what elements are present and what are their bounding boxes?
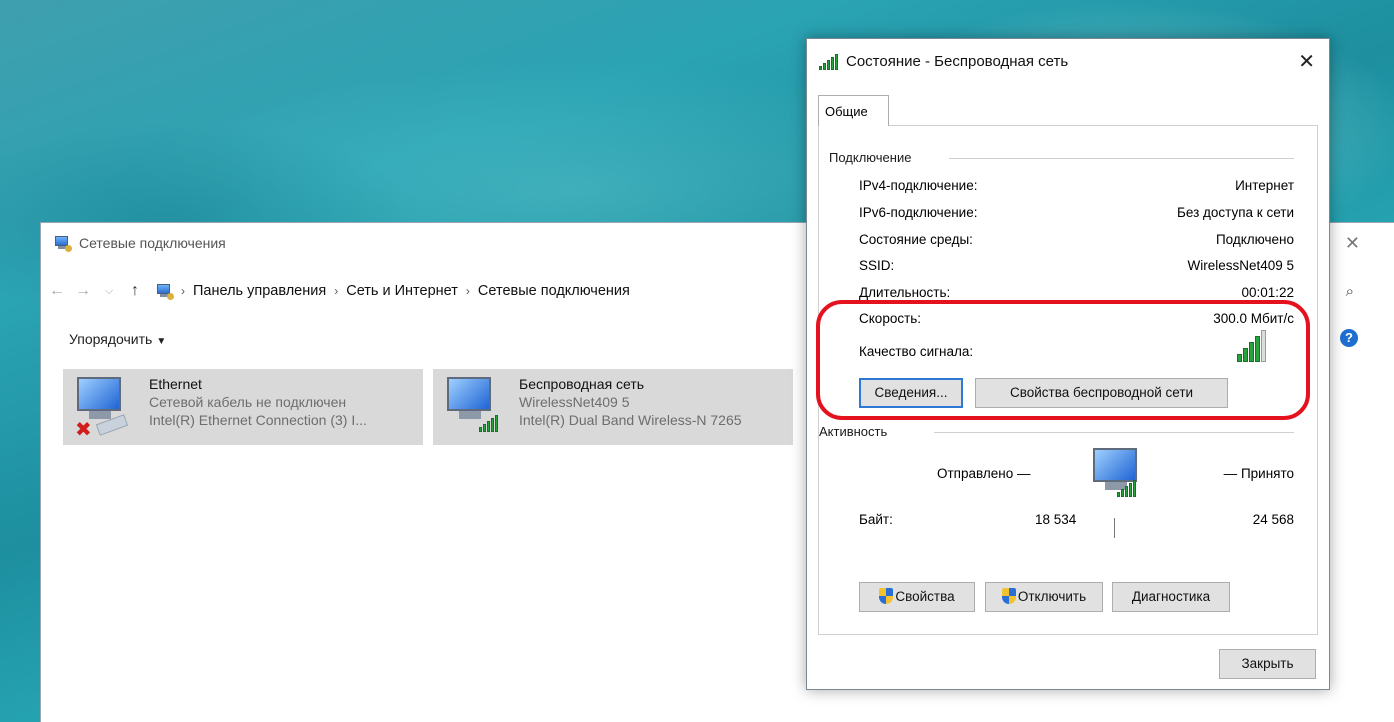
connection-status: WirelessNet409 5: [519, 394, 630, 410]
network-folder-icon: [155, 283, 174, 300]
help-icon[interactable]: ?: [1340, 329, 1358, 347]
received-label: — Принято: [1223, 466, 1294, 481]
group-divider: [934, 432, 1294, 433]
row-value: Без доступа к сети: [1177, 205, 1294, 220]
network-folder-icon: [53, 235, 72, 252]
connection-text: Беспроводная сеть WirelessNet409 5 Intel…: [519, 375, 742, 439]
connection-item-wireless[interactable]: Беспроводная сеть WirelessNet409 5 Intel…: [433, 369, 793, 445]
wireless-adapter-icon: [441, 375, 505, 439]
address-bar: ← → ⌵ ↑ › Панель управления › Сеть и Инт…: [41, 277, 821, 305]
wireless-properties-button[interactable]: Свойства беспроводной сети: [975, 378, 1228, 408]
connection-item-ethernet[interactable]: ✖ Ethernet Сетевой кабель не подключен I…: [63, 369, 423, 445]
row-ssid: SSID: WirelessNet409 5: [859, 258, 1294, 273]
activity-computer-icon: [1087, 446, 1151, 510]
connection-text: Ethernet Сетевой кабель не подключен Int…: [149, 375, 367, 439]
wireless-status-dialog: Состояние - Беспроводная сеть ✕ Общие По…: [806, 38, 1330, 690]
signal-bars-icon: [819, 53, 838, 70]
window-title: Сетевые подключения: [79, 235, 226, 251]
breadcrumb: › Панель управления › Сеть и Интернет › …: [155, 283, 630, 300]
row-value: 00:01:22: [1241, 285, 1294, 300]
bytes-sent-value: 18 534: [1035, 512, 1077, 527]
signal-bars-icon: [479, 415, 498, 432]
dialog-title-bar: Состояние - Беспроводная сеть: [819, 53, 1068, 70]
properties-button[interactable]: Свойства: [859, 582, 975, 612]
row-ipv4: IPv4-подключение: Интернет: [859, 178, 1294, 193]
close-icon[interactable]: ✕: [1345, 233, 1360, 254]
row-label: SSID:: [859, 258, 895, 273]
search-icon[interactable]: ⌕: [1346, 283, 1354, 300]
shield-icon: [1001, 588, 1016, 604]
tab-panel-general: Подключение IPv4-подключение: Интернет I…: [818, 125, 1318, 635]
chevron-down-icon[interactable]: ⌵: [99, 285, 119, 298]
connection-group-title: Подключение: [829, 150, 918, 165]
disable-button[interactable]: Отключить: [985, 582, 1103, 612]
tab-general[interactable]: Общие: [818, 95, 889, 126]
row-value: 300.0 Мбит/с: [1213, 311, 1294, 326]
organize-label: Упорядочить: [69, 331, 153, 347]
row-signal-quality: Качество сигнала:: [859, 344, 1294, 359]
row-label: Скорость:: [859, 311, 922, 326]
row-label: IPv6-подключение:: [859, 205, 978, 220]
connection-name: Беспроводная сеть: [519, 376, 645, 392]
caret-down-icon: ▼: [156, 336, 167, 347]
group-divider: [949, 158, 1294, 159]
signal-bars-icon: [1117, 480, 1136, 497]
bytes-label: Байт:: [859, 512, 893, 527]
breadcrumb-network-internet[interactable]: Сеть и Интернет: [346, 283, 458, 299]
row-ipv6: IPv6-подключение: Без доступа к сети: [859, 205, 1294, 220]
breadcrumb-separator: ›: [181, 284, 185, 298]
row-value: Интернет: [1235, 178, 1294, 193]
breadcrumb-separator: ›: [334, 284, 339, 298]
sent-label: Отправлено —: [937, 466, 1031, 481]
arrow-up-icon[interactable]: ↑: [125, 282, 145, 300]
close-icon[interactable]: ✕: [1298, 49, 1315, 74]
row-speed: Скорость: 300.0 Мбит/с: [859, 311, 1294, 326]
row-label: Длительность:: [859, 285, 951, 300]
row-label: Качество сигнала:: [859, 344, 974, 359]
breadcrumb-network-connections[interactable]: Сетевые подключения: [478, 283, 630, 299]
bytes-received-value: 24 568: [1252, 512, 1294, 527]
breadcrumb-separator: ›: [465, 284, 470, 298]
close-button[interactable]: Закрыть: [1219, 649, 1316, 679]
connection-adapter: Intel(R) Dual Band Wireless-N 7265: [519, 412, 742, 428]
connection-status: Сетевой кабель не подключен: [149, 394, 347, 410]
disconnected-x-icon: ✖: [75, 419, 92, 441]
signal-quality-bars-icon: [1237, 330, 1266, 362]
row-value: Подключено: [1215, 232, 1294, 247]
row-label: IPv4-подключение:: [859, 178, 978, 193]
organize-menu[interactable]: Упорядочить ▼: [69, 331, 166, 347]
diagnose-button[interactable]: Диагностика: [1112, 582, 1230, 612]
connection-adapter: Intel(R) Ethernet Connection (3) I...: [149, 412, 367, 428]
arrow-right-icon[interactable]: →: [73, 282, 93, 300]
arrow-left-icon[interactable]: ←: [47, 282, 67, 300]
dialog-title: Состояние - Беспроводная сеть: [846, 53, 1069, 70]
shield-icon: [879, 588, 894, 604]
ethernet-adapter-icon: ✖: [71, 375, 135, 441]
details-button[interactable]: Сведения...: [859, 378, 963, 408]
row-duration: Длительность: 00:01:22: [859, 285, 1294, 300]
row-bytes: Байт: 18 534 24 568: [859, 512, 1294, 527]
window-title-bar: Сетевые подключения: [53, 235, 226, 252]
breadcrumb-control-panel[interactable]: Панель управления: [193, 283, 326, 299]
row-value: WirelessNet409 5: [1187, 258, 1294, 273]
row-media-state: Состояние среды: Подключено: [859, 232, 1294, 247]
row-label: Состояние среды:: [859, 232, 973, 247]
activity-group-title: Активность: [819, 424, 894, 439]
connection-name: Ethernet: [149, 376, 202, 392]
